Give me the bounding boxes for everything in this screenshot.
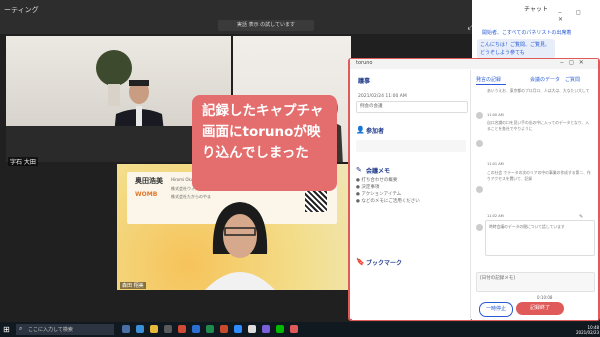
message-time: 11:00 AM xyxy=(487,113,504,117)
file-explorer-icon[interactable] xyxy=(150,325,158,333)
windows-start-icon[interactable]: ⊞ xyxy=(3,325,12,334)
zoom-app-icon[interactable] xyxy=(234,325,242,333)
tab-transcript[interactable]: 発言の記録 xyxy=(476,76,501,83)
participant-3-name: 森田 翔美 xyxy=(120,282,146,289)
qr-code-icon xyxy=(305,190,327,212)
tab-meeting-data[interactable]: 会議のデータ xyxy=(530,76,560,83)
attendees-label: 参加者 xyxy=(366,128,385,135)
clock-date: 2021/02/23 xyxy=(576,330,600,335)
memo-item: ● アクションアイテム xyxy=(356,192,402,197)
message-time: 11:01 AM xyxy=(487,162,504,166)
taskbar-search-placeholder: ここに入力して検索 xyxy=(28,327,73,333)
attendees-icon: 👤 xyxy=(356,126,365,134)
powerpoint-icon[interactable] xyxy=(220,325,228,333)
chat-bubble-text: こんにちは！ご覧間、ご覧見、どうぞしよう参ても xyxy=(480,42,551,56)
chat-title: チャット xyxy=(524,6,548,13)
card-company: WOMB xyxy=(135,191,158,198)
speaker-avatar xyxy=(476,224,483,231)
pause-button[interactable]: 一時停止 xyxy=(479,302,513,317)
annotation-callout-text: 記録したキャプチャ画面にtorunoが映り込んでしまった xyxy=(202,103,324,161)
toruno-window-controls[interactable]: ‒◻✕ xyxy=(560,59,589,66)
meeting-date: 2021/02/24 11:00 AM xyxy=(358,94,407,99)
participant-3-image xyxy=(205,202,275,290)
toruno-app-icon[interactable] xyxy=(290,325,298,333)
memo-item: ● 決定事項 xyxy=(356,185,380,190)
participant-1-name: 字石 大田 xyxy=(8,157,38,166)
tab-questions[interactable]: ご質問 xyxy=(565,76,580,83)
memo-label: 会議メモ xyxy=(366,168,391,175)
search-icon: ⌕ xyxy=(19,325,23,332)
transcript-message-3: この社会 でテータの次のリアの中の事業の作成する第二、作りアクセスを聞いて、記録 xyxy=(487,170,591,181)
transcript-message-4: 時時会議のデータの間について話しています xyxy=(489,224,565,229)
word-icon[interactable] xyxy=(192,325,200,333)
meeting-title: 例会の会議 xyxy=(360,104,383,109)
note-placeholder: [日付の記録メモ] xyxy=(480,276,516,281)
recording-timer: 0:10:08 xyxy=(537,295,553,300)
attendees-field[interactable] xyxy=(356,140,466,152)
transcript-message-2: 自口名識の口を見い手の出の中に入ってのデータとなり、入ることを各社でやりように xyxy=(487,120,590,131)
message-time: 11:02 AM xyxy=(487,214,504,218)
memo-list[interactable]: ● 打ち合わせの概要 ● 決定事項 ● アクションアイテム ● などのメモにご活… xyxy=(356,177,466,237)
transcript-message-1: あいうえお、東京都のプロ月ロ、人は大は、大なたい大して xyxy=(487,88,590,93)
toruno-window-title: toruno xyxy=(356,60,373,66)
memo-icon: ✎ xyxy=(356,166,362,174)
memo-item: ● などのメモにご活用ください xyxy=(356,199,420,204)
active-tab-indicator xyxy=(476,84,506,85)
edge-icon[interactable] xyxy=(136,325,144,333)
chat-window-controls[interactable]: ‒ ◻ ✕ xyxy=(558,9,600,23)
memo-item: ● 打ち合わせの概要 xyxy=(356,178,398,183)
speaker-avatar xyxy=(476,140,483,147)
speaker-avatar xyxy=(476,112,483,119)
teams-icon[interactable] xyxy=(262,325,270,333)
excel-icon[interactable] xyxy=(206,325,214,333)
bookmark-icon: 🔖 xyxy=(356,258,365,266)
toruno-left-header: 議事 xyxy=(358,78,371,85)
edit-icon[interactable]: ✎ xyxy=(579,214,583,220)
card-name: 奥田浩美 xyxy=(135,177,163,185)
speaker-avatar xyxy=(476,186,483,193)
taskbar-clock[interactable]: 10:48 2021/02/23 xyxy=(576,325,599,335)
end-recording-button[interactable]: 記録終了 xyxy=(516,302,564,315)
office-icon[interactable] xyxy=(178,325,186,333)
chrome-icon[interactable] xyxy=(248,325,256,333)
line-icon[interactable] xyxy=(276,325,284,333)
bookmark-label: ブックマーク xyxy=(366,260,403,267)
store-icon[interactable] xyxy=(164,325,172,333)
zoom-window-title: ーティング xyxy=(4,6,39,14)
chat-message-1: 開始者、こすべてのパネリストの出席着 xyxy=(482,30,572,36)
recording-indicator[interactable]: 実話 表示 の試しています xyxy=(218,20,314,31)
task-view-icon[interactable] xyxy=(122,325,130,333)
